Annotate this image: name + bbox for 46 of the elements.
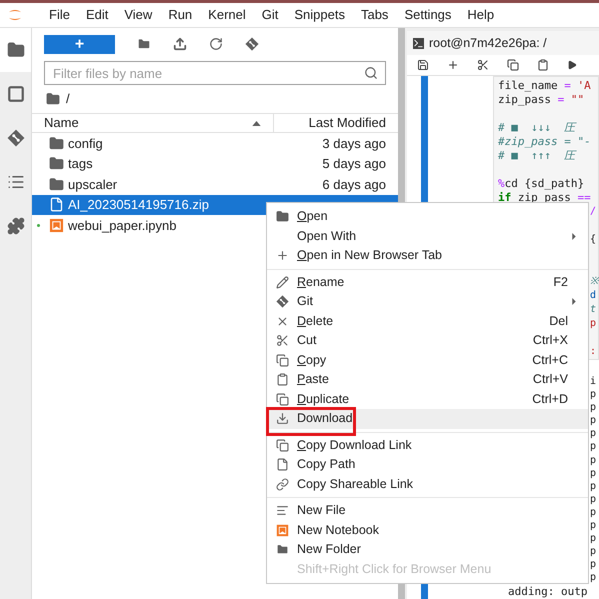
file-name: upscaler [68,176,118,194]
code-line: #zip_pass = "- [498,135,591,148]
output-text: p [590,454,596,466]
output-text: p [590,389,596,400]
file-name: tags [68,155,93,173]
code-line: # ■ ↓↓↓ 圧 [498,121,576,134]
output-text: i [590,376,596,387]
output-text: p [590,402,596,414]
output-text: p [590,480,596,492]
output-text: p [590,559,596,570]
code-fragment: ※ [590,276,598,287]
modified-time: 3 days ago [322,134,387,153]
output-text: p [590,572,596,584]
file-name: config [68,134,103,153]
code-line: %cd {sd_path} [498,177,584,190]
menu-hint: Shift+Right Click for Browser Menu [297,560,492,578]
shortcut-text: Ctrl+C [532,352,569,369]
output-text: p [590,520,596,532]
output-text: p [590,533,596,544]
shortcut-text: Ctrl+D [532,390,569,408]
output-text: p [590,546,596,558]
output-text: p [590,441,596,452]
file-name: webui_paper.ipynb [68,216,176,235]
code-fragment: : [590,346,596,357]
output-text: p [590,468,596,479]
output-text: p [590,415,596,426]
code-fragment: p [590,318,596,329]
code-line: # ■ ↑↑↑ 圧 [498,149,576,162]
tab-title: root@n7m42e26pa: / [429,34,547,52]
code-fragment: { [590,234,596,245]
code-line: zip_pass = "" [498,93,584,106]
shortcut-text: Ctrl+X [532,332,569,350]
code-line: file_name = 'A [498,79,591,92]
shortcut-text: Ctrl+V [532,371,569,388]
modified-time: 5 days ago [322,155,387,173]
code-fragment: d [590,290,596,301]
output-text: p [590,494,596,505]
shortcut-text: F2 [553,274,569,291]
output-text: p [590,428,596,440]
modified-time: 6 days ago [322,176,387,194]
output-text: p [590,506,596,518]
code-fragment: / [590,206,596,217]
output-text: adding: outp [508,584,588,598]
code-fragment: t [590,304,596,315]
file-name: AI_20230514195716.zip [68,196,209,214]
shortcut-text: Del [549,312,569,330]
